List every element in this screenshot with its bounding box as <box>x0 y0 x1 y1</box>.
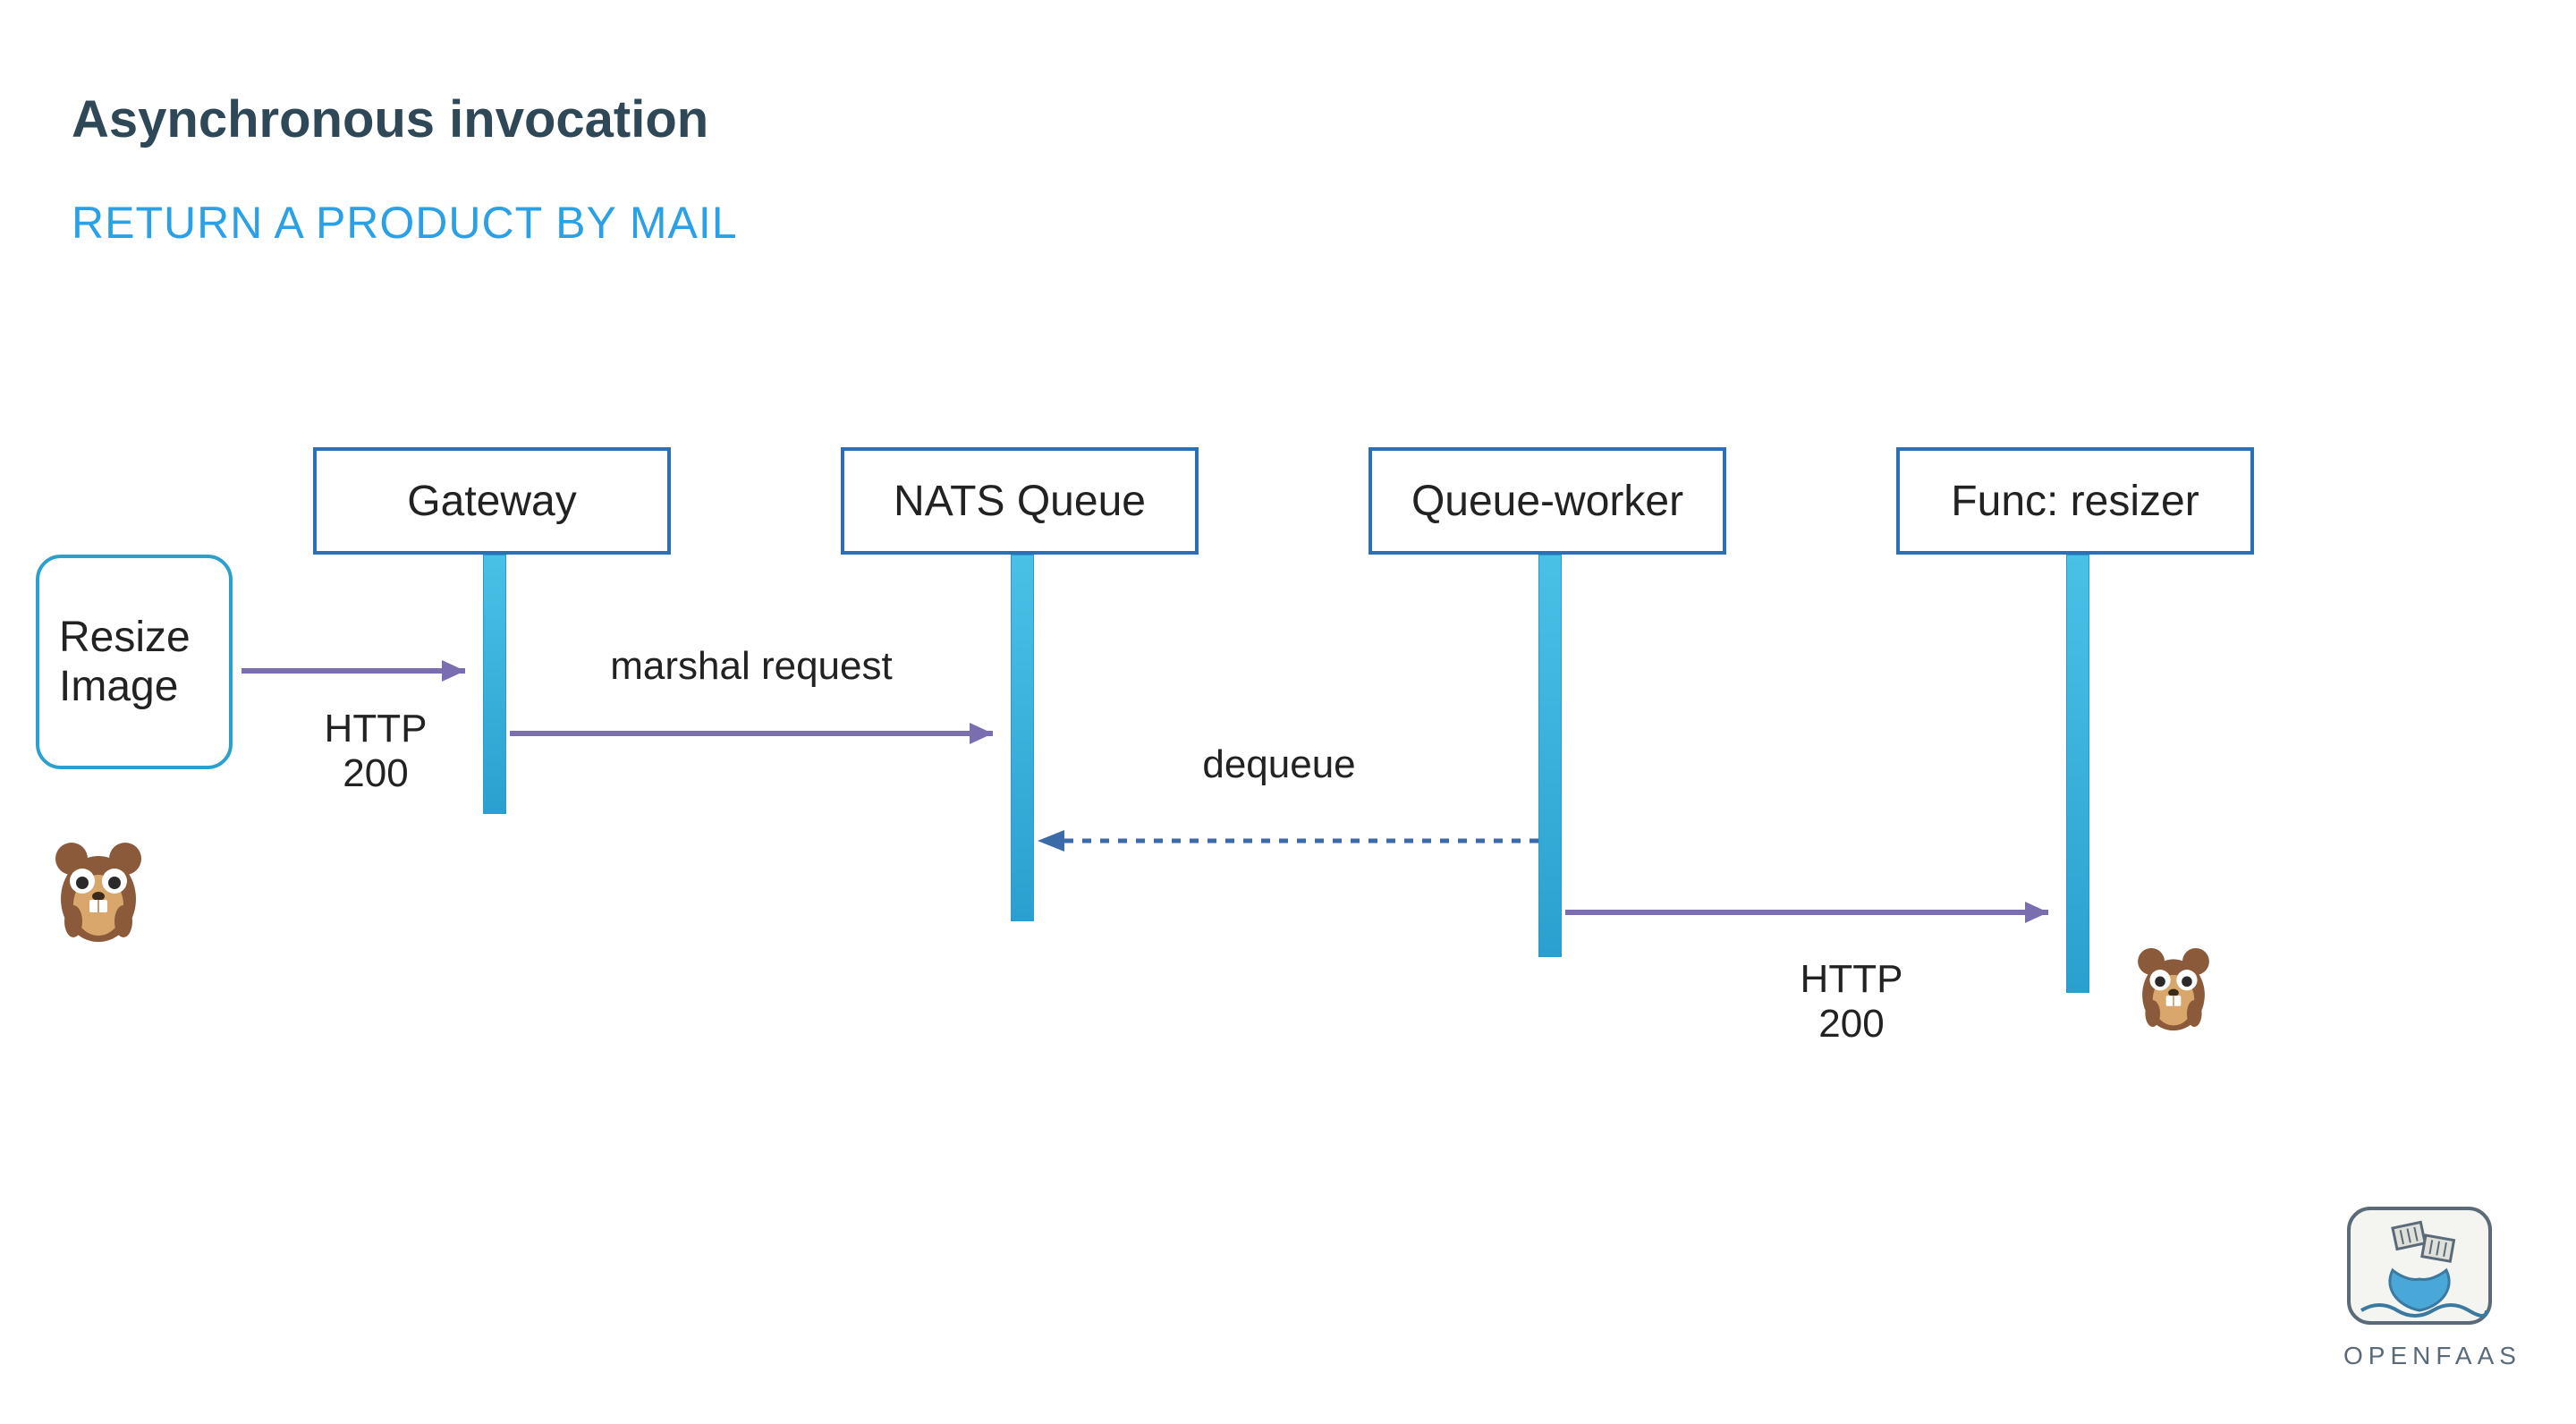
msg-http-200-func: HTTP 200 <box>1771 957 1932 1047</box>
msg-http-200-gateway: HTTP 200 <box>295 707 456 796</box>
whale-icon <box>2343 1203 2496 1328</box>
logo-text-faas: FAAS <box>2436 1342 2521 1369</box>
msg-marshal-request: marshal request <box>581 644 921 689</box>
slide: Asynchronous invocation RETURN A PRODUCT… <box>0 0 2576 1424</box>
gopher-icon <box>45 832 152 948</box>
openfaas-logo: OPENFAAS <box>2343 1203 2496 1370</box>
logo-text-open: OPEN <box>2343 1342 2436 1369</box>
msg-dequeue: dequeue <box>1163 742 1395 787</box>
sequence-diagram: Gateway NATS Queue Queue-worker Func: re… <box>0 0 2576 1424</box>
gopher-icon <box>2129 939 2218 1036</box>
openfaas-wordmark: OPENFAAS <box>2343 1342 2496 1370</box>
